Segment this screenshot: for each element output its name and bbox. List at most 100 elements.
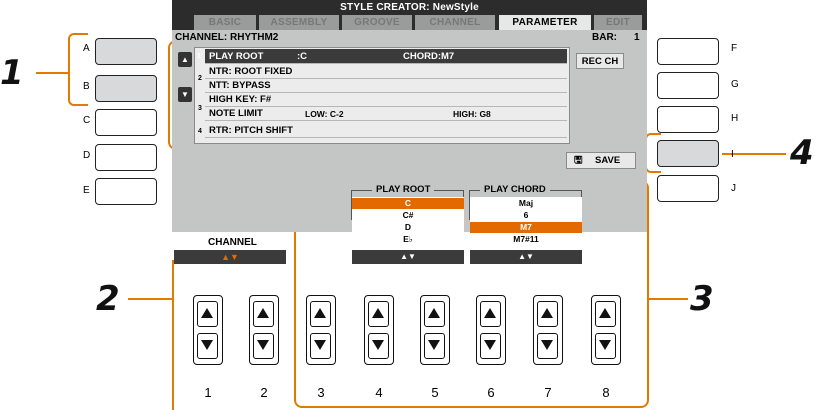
triangle-up-icon: [257, 308, 269, 318]
side-button-b[interactable]: [95, 75, 157, 102]
triangle-up-icon: [599, 308, 611, 318]
tab-edit[interactable]: EDIT: [594, 15, 642, 30]
triangle-down-icon: [541, 340, 553, 350]
row-label: NTR: ROOT FIXED: [209, 66, 293, 77]
knob-number: 5: [431, 385, 439, 400]
tab-assembly[interactable]: ASSEMBLY: [259, 15, 339, 30]
side-label-c: C: [83, 115, 91, 126]
row-low: LOW: C-2: [305, 109, 344, 119]
list-item[interactable]: HIGH KEY: F#: [205, 93, 567, 107]
side-button-a[interactable]: [95, 38, 157, 65]
data-dial-button-pair: [306, 295, 336, 365]
knob-up-button[interactable]: [197, 301, 218, 327]
row-label: NOTE LIMIT: [209, 108, 263, 119]
side-button-d[interactable]: [95, 144, 157, 171]
side-label-f: F: [731, 43, 738, 54]
tab-groove[interactable]: GROOVE: [342, 15, 412, 30]
play-root-option[interactable]: C: [352, 198, 464, 209]
knob-down-button[interactable]: [595, 333, 616, 359]
knob-number: 8: [602, 385, 610, 400]
list-item[interactable]: 1 PLAY ROOT :C CHORD:M7: [197, 49, 567, 64]
triangle-down-icon: [314, 340, 326, 350]
triangle-down-icon: [372, 340, 384, 350]
triangle-down-icon: [599, 340, 611, 350]
leader-line-1: [36, 72, 70, 74]
knob-down-button[interactable]: [537, 333, 558, 359]
knob-up-button[interactable]: [537, 301, 558, 327]
play-root-option[interactable]: E♭: [352, 234, 464, 245]
knob-down-button[interactable]: [253, 333, 274, 359]
list-item[interactable]: NTR: ROOT FIXED: [205, 65, 567, 79]
play-root-arrows[interactable]: ▲▼: [352, 250, 464, 264]
side-label-g: G: [731, 79, 739, 90]
knob-number: 1: [204, 385, 212, 400]
triangle-up-icon: [541, 308, 553, 318]
side-button-i[interactable]: [657, 140, 719, 167]
play-chord-option[interactable]: Maj: [470, 198, 582, 209]
save-label: SAVE: [595, 155, 621, 166]
knob-down-button[interactable]: [424, 333, 445, 359]
data-dial-button-pair: [591, 295, 621, 365]
tab-channel[interactable]: CHANNEL: [415, 15, 495, 30]
side-button-g[interactable]: [657, 72, 719, 99]
list-item[interactable]: NTT: BYPASS: [205, 79, 567, 93]
play-root-option[interactable]: D: [352, 222, 464, 233]
row-label: HIGH KEY: F#: [209, 94, 272, 105]
row-label: NTT: BYPASS: [209, 80, 271, 91]
row-number: 2: [198, 75, 202, 82]
screen-title: STYLE CREATOR: NewStyle: [340, 2, 479, 13]
save-icon: 🖫: [574, 155, 583, 166]
channel-indicator: CHANNEL: RHYTHM2: [175, 32, 279, 43]
knob-down-button[interactable]: [368, 333, 389, 359]
list-down-button[interactable]: ▼: [178, 87, 192, 102]
list-item[interactable]: RTR: PITCH SHIFT: [205, 123, 567, 138]
triangle-up-icon: [484, 308, 496, 318]
knob-number: 4: [375, 385, 383, 400]
row-label: PLAY ROOT: [209, 51, 264, 62]
list-up-button[interactable]: ▲: [178, 52, 192, 67]
play-chord-option[interactable]: 6: [470, 210, 582, 221]
row-high: HIGH: G8: [453, 109, 491, 119]
knob-down-button[interactable]: [480, 333, 501, 359]
play-root-header: PLAY ROOT: [372, 185, 435, 195]
side-label-d: D: [83, 150, 91, 161]
triangle-up-icon: [201, 308, 213, 318]
data-dial-button-pair: [420, 295, 450, 365]
play-root-option[interactable]: C#: [352, 210, 464, 221]
tab-parameter[interactable]: PARAMETER: [499, 15, 591, 30]
side-button-j[interactable]: [657, 175, 719, 202]
data-dial-button-pair: [533, 295, 563, 365]
side-button-f[interactable]: [657, 38, 719, 65]
play-chord-arrows[interactable]: ▲▼: [470, 250, 582, 264]
play-chord-option[interactable]: M7#11: [470, 234, 582, 245]
row-chord: CHORD:M7: [403, 51, 455, 62]
knob-down-button[interactable]: [310, 333, 331, 359]
triangle-down-icon: [484, 340, 496, 350]
knob-up-button[interactable]: [310, 301, 331, 327]
side-button-h[interactable]: [657, 106, 719, 133]
play-chord-option[interactable]: M7: [470, 222, 582, 233]
save-button[interactable]: 🖫 SAVE: [566, 152, 636, 169]
triangle-up-icon: [314, 308, 326, 318]
knob-up-button[interactable]: [480, 301, 501, 327]
knob-up-button[interactable]: [368, 301, 389, 327]
side-button-e[interactable]: [95, 178, 157, 205]
side-button-c[interactable]: [95, 109, 157, 136]
callout-1: 1: [0, 53, 24, 93]
rec-ch-button[interactable]: REC CH: [576, 53, 624, 69]
knob-down-button[interactable]: [197, 333, 218, 359]
list-item[interactable]: NOTE LIMIT LOW: C-2 HIGH: G8: [205, 107, 567, 121]
parameter-list: 1 PLAY ROOT :C CHORD:M7 2 NTR: ROOT FIXE…: [194, 47, 570, 144]
side-label-i: I: [731, 149, 734, 160]
knob-up-button[interactable]: [253, 301, 274, 327]
channel-arrows[interactable]: ▲▼: [174, 250, 286, 264]
data-dial-button-pair: [364, 295, 394, 365]
tab-basic[interactable]: BASIC: [194, 15, 256, 30]
side-label-h: H: [731, 113, 739, 124]
knob-number: 7: [544, 385, 552, 400]
knob-up-button[interactable]: [595, 301, 616, 327]
callout-3: 3: [690, 279, 714, 319]
lcd-screen: STYLE CREATOR: NewStyle BASIC ASSEMBLY G…: [172, 0, 647, 264]
knob-up-button[interactable]: [424, 301, 445, 327]
row-value: :C: [297, 51, 308, 62]
